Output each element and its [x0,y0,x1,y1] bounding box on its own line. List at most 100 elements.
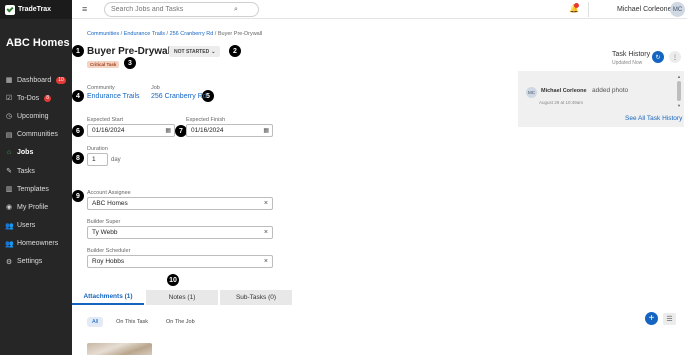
breadcrumb-job[interactable]: 256 Cranberry Rd [170,31,214,37]
builder-scheduler-value: Roy Hobbs [92,258,125,265]
sidebar-item-tasks[interactable]: ✎ Tasks [0,162,72,180]
add-attachment-button[interactable]: + [645,312,658,325]
app-logo[interactable]: TradeTrax [0,0,72,19]
house-icon: ⌂ [6,149,12,157]
breadcrumb-current: Buyer Pre-Drywall [217,31,263,37]
account-assignee-select[interactable]: ABC Homes × [87,197,273,210]
duration-unit: day [111,157,121,163]
task-history-title: Task History [612,51,651,58]
tab-sub-tasks[interactable]: Sub-Tasks (0) [220,290,292,305]
search-input[interactable] [111,6,231,13]
todos-count-badge: 8 [44,94,51,102]
user-name[interactable]: Michael Corleone [617,6,671,13]
avatar: MC [526,87,537,98]
sidebar-item-label: Communities [17,131,58,139]
list-view-icon[interactable]: ☰ [663,313,676,325]
callout-marker-9: 9 [72,190,84,202]
builder-scheduler-select[interactable]: Roy Hobbs × [87,255,273,268]
expected-finish-value: 01/16/2024 [191,127,224,134]
page-title: Buyer Pre-Drywall [87,46,174,57]
sidebar-item-dashboard[interactable]: ▦ Dashboard 10 [0,71,72,89]
see-all-task-history-link[interactable]: See All Task History [625,115,682,122]
filter-on-this-task[interactable]: On This Task [111,317,153,327]
main-content: Communities / Endurance Trails / 256 Cra… [72,19,687,355]
divider [588,2,589,17]
attachment-filters: All On This Task On The Job [87,317,200,327]
calendar-icon[interactable]: ▦ [263,127,269,134]
scroll-up-icon[interactable]: ▲ [677,74,681,79]
breadcrumb-community[interactable]: Endurance Trails [124,31,165,37]
menu-icon[interactable]: ≡ [82,4,87,14]
filter-on-the-job[interactable]: On The Job [161,317,200,327]
duration-label: Duration [87,146,108,152]
task-history-updated: Updated Now [612,60,643,66]
search-box[interactable]: ⌕ [104,2,259,17]
critical-task-tag: Critical Task [87,61,120,68]
calendar-icon: ▦ [5,77,13,85]
sidebar-item-my-profile[interactable]: ◉ My Profile [0,198,72,216]
tab-notes[interactable]: Notes (1) [146,290,218,305]
builder-scheduler-label: Builder Scheduler [87,248,131,254]
homeowners-icon: 👥 [5,240,14,248]
more-options-icon[interactable]: ⋮ [669,51,681,63]
calendar-icon[interactable]: ▦ [165,127,171,134]
logo-icon [5,4,15,15]
callout-marker-4: 4 [72,90,84,102]
history-entry-action: added photo [592,87,629,94]
sidebar-item-settings[interactable]: ⚙ Settings [0,253,72,271]
sidebar-item-label: Upcoming [17,112,49,120]
status-dropdown[interactable]: NOT STARTED ⌄ [169,46,221,57]
chevron-down-icon: ⌄ [211,48,216,55]
wrench-icon: ✎ [6,168,12,176]
clear-icon[interactable]: × [264,229,268,236]
callout-marker-6: 6 [72,125,84,137]
account-assignee-value: ABC Homes [92,200,128,207]
scroll-down-icon[interactable]: ▼ [677,103,681,108]
clock-icon: ◷ [5,113,13,121]
community-label: Community [87,85,115,91]
dashboard-count-badge: 10 [56,76,66,84]
callout-marker-2: 2 [229,45,241,57]
sidebar-item-templates[interactable]: ▥ Templates [0,180,72,198]
task-tabs: Attachments (1) Notes (1) Sub-Tasks (0) [72,290,292,305]
builder-super-select[interactable]: Ty Webb × [87,226,273,239]
filter-all[interactable]: All [87,317,104,327]
refresh-icon[interactable]: ↻ [652,51,664,63]
duration-field[interactable]: 1 [87,153,108,166]
sidebar-item-label: Dashboard [17,76,52,84]
job-link[interactable]: 256 Cranberry Rd [151,93,207,100]
sidebar-item-label: To-Dos [17,94,40,102]
logo-text: TradeTrax [18,6,52,13]
gear-icon: ⚙ [5,258,13,266]
notification-badge [574,3,579,8]
expected-start-field[interactable]: 01/16/2024 ▦ [87,124,175,137]
clear-icon[interactable]: × [264,258,268,265]
sidebar-item-homeowners[interactable]: 👥 Homeowners [0,235,72,253]
callout-marker-10: 10 [167,274,179,286]
search-icon[interactable]: ⌕ [234,6,238,14]
sidebar-item-label: Settings [17,258,43,266]
sidebar-item-jobs[interactable]: ⌂ Jobs [0,144,72,162]
sidebar-item-todos[interactable]: ☑ To-Dos 8 [0,89,72,107]
status-label: NOT STARTED [174,48,210,55]
community-link[interactable]: Endurance Trails [87,93,140,100]
tab-attachments[interactable]: Attachments (1) [72,290,144,305]
breadcrumb-communities[interactable]: Communities [87,31,119,37]
scrollbar[interactable] [677,81,681,101]
sidebar-item-upcoming[interactable]: ◷ Upcoming [0,107,72,125]
callout-marker-1: 1 [72,45,84,57]
users-icon: 👥 [5,222,14,230]
sidebar-item-users[interactable]: 👥 Users [0,217,72,235]
top-bar: ≡ ⌕ 🔔 Michael Corleone MC [72,0,687,19]
expected-start-value: 01/16/2024 [92,127,125,134]
expected-finish-field[interactable]: 01/16/2024 ▦ [186,124,273,137]
checklist-icon: ☑ [5,95,13,103]
history-entry-time: August 29 at 10:49am [539,100,584,105]
expected-start-label: Expected Start [87,117,124,123]
attachment-thumbnail[interactable] [87,343,152,355]
sidebar-item-label: Users [17,222,36,230]
sidebar-item-communities[interactable]: ▤ Communities [0,126,72,144]
avatar[interactable]: MC [670,2,685,17]
job-label: Job [151,85,160,91]
clear-icon[interactable]: × [264,200,268,207]
